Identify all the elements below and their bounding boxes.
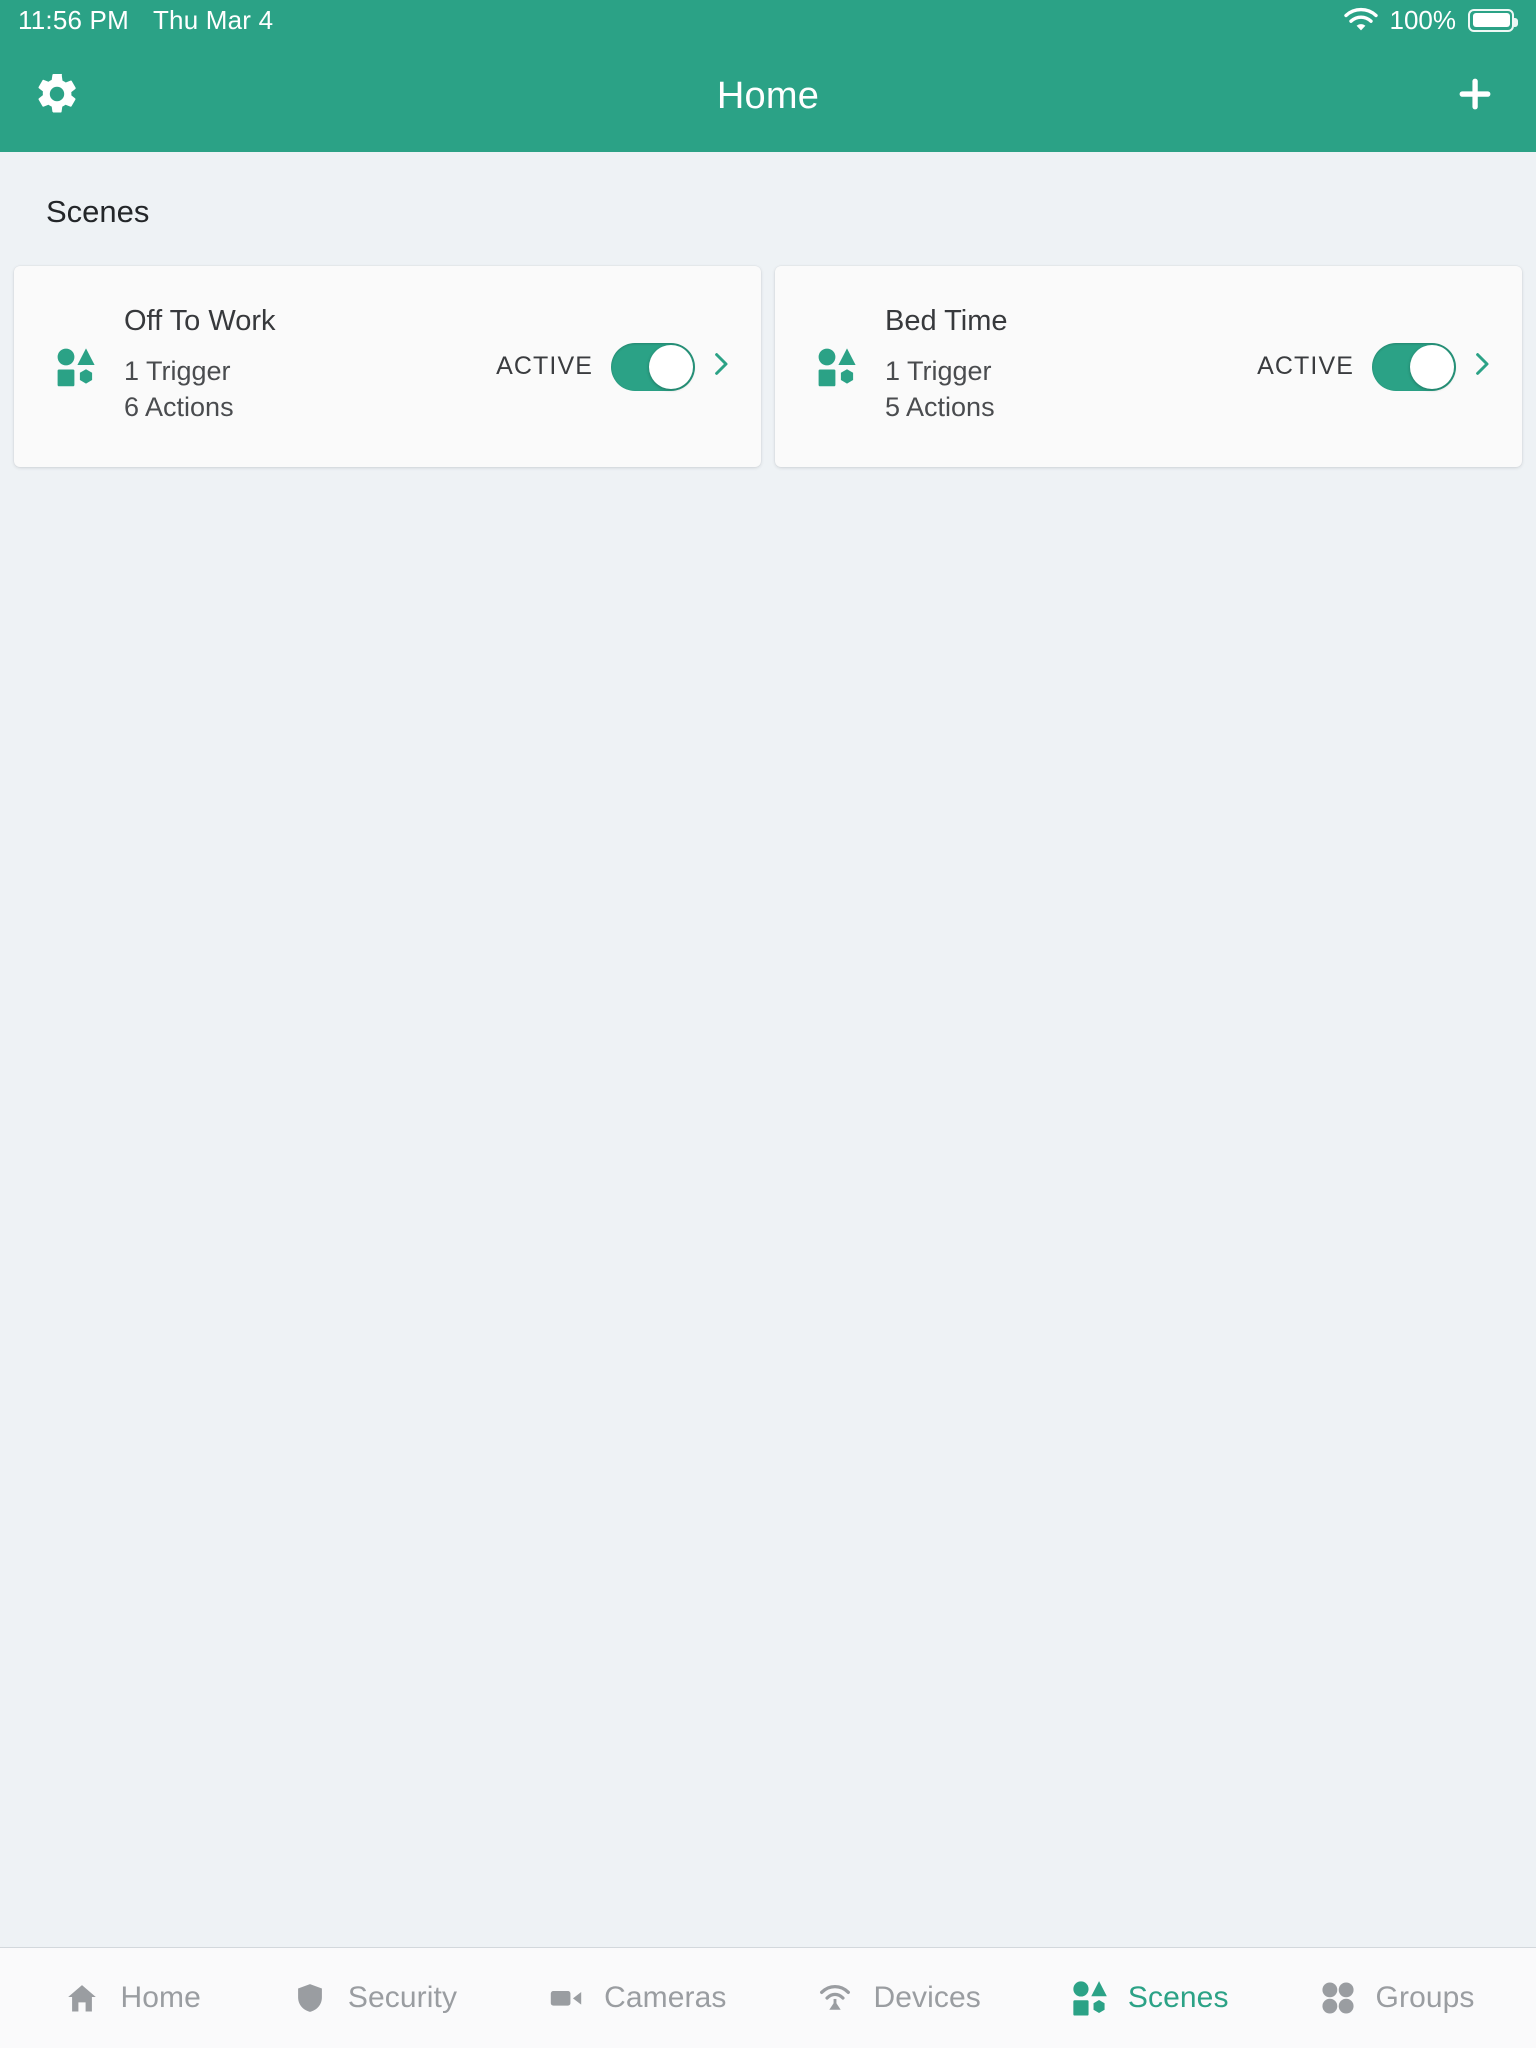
scenes-shapes-icon — [34, 346, 118, 388]
bottom-tab-bar: Home Security Cameras Devices Scenes Gro… — [0, 1947, 1536, 2048]
scene-enable-toggle[interactable] — [1372, 342, 1456, 391]
tab-security[interactable]: Security — [245, 1948, 501, 2048]
plus-icon — [1453, 72, 1497, 121]
tab-security-label: Security — [347, 1981, 458, 2014]
scene-trigger-count: 1 Trigger — [124, 356, 231, 387]
status-bar: 11:56 PM Thu Mar 4 100% — [0, 0, 1536, 40]
tab-home-label: Home — [120, 1981, 201, 2014]
scene-card[interactable]: Off To Work 1 Trigger 6 Actions ACTIVE — [14, 266, 761, 467]
status-badge: ACTIVE — [496, 352, 593, 380]
status-bar-right: 100% — [1343, 4, 1536, 36]
tab-home[interactable]: Home — [17, 1948, 244, 2048]
chevron-right-icon — [1467, 349, 1497, 384]
home-icon — [61, 1977, 103, 2019]
scene-action-count: 6 Actions — [124, 392, 234, 422]
scenes-shapes-icon — [1069, 1977, 1111, 2019]
scenes-card-list: Off To Work 1 Trigger 6 Actions ACTIVE B… — [0, 230, 1536, 467]
scenes-shapes-icon — [795, 346, 879, 388]
scene-name: Off To Work — [124, 305, 276, 338]
tab-scenes-label: Scenes — [1127, 1981, 1229, 2014]
wifi-icon — [1343, 7, 1378, 33]
scene-text-block: Bed Time 1 Trigger 5 Actions — [885, 307, 1008, 425]
tab-scenes[interactable]: Scenes — [1025, 1948, 1273, 2048]
status-date: Thu Mar 4 — [152, 4, 274, 35]
tab-groups-label: Groups — [1375, 1981, 1475, 2014]
status-time: 11:56 PM — [18, 4, 129, 35]
page-title: Home — [716, 74, 820, 117]
tab-groups[interactable]: Groups — [1273, 1948, 1519, 2048]
add-button[interactable] — [1444, 65, 1506, 127]
content-area: Scenes Off To Work 1 Trigger 6 Actions A… — [0, 152, 1536, 1947]
scene-detail-button[interactable] — [1456, 341, 1508, 393]
four-dots-icon — [1317, 1977, 1359, 2019]
battery-percent: 100% — [1389, 4, 1457, 35]
status-badge: ACTIVE — [1257, 352, 1354, 380]
app-root: 11:56 PM Thu Mar 4 100% Home Scenes Off … — [0, 0, 1536, 2048]
scene-card[interactable]: Bed Time 1 Trigger 5 Actions ACTIVE — [775, 266, 1522, 467]
tab-devices-label: Devices — [873, 1981, 981, 2014]
scene-detail-button[interactable] — [695, 341, 747, 393]
scene-enable-toggle[interactable] — [611, 342, 695, 391]
battery-full-icon — [1468, 8, 1518, 32]
section-title-scenes: Scenes — [46, 194, 150, 229]
tab-cameras-label: Cameras — [604, 1981, 727, 2014]
scene-text-block: Off To Work 1 Trigger 6 Actions — [124, 307, 276, 425]
scene-controls: ACTIVE — [1257, 341, 1522, 393]
signal-antenna-icon — [814, 1977, 856, 2019]
scene-controls: ACTIVE — [496, 341, 761, 393]
video-camera-icon — [545, 1977, 587, 2019]
shield-icon — [289, 1977, 331, 2019]
status-bar-left: 11:56 PM Thu Mar 4 — [0, 5, 273, 36]
scene-name: Bed Time — [885, 305, 1008, 338]
app-header: Home — [0, 40, 1536, 152]
scene-trigger-count: 1 Trigger — [885, 356, 992, 387]
toggle-knob — [649, 344, 693, 389]
tab-cameras[interactable]: Cameras — [501, 1948, 770, 2048]
tab-devices[interactable]: Devices — [770, 1948, 1024, 2048]
chevron-right-icon — [706, 349, 736, 384]
scene-action-count: 5 Actions — [885, 392, 995, 422]
toggle-knob — [1410, 344, 1454, 389]
